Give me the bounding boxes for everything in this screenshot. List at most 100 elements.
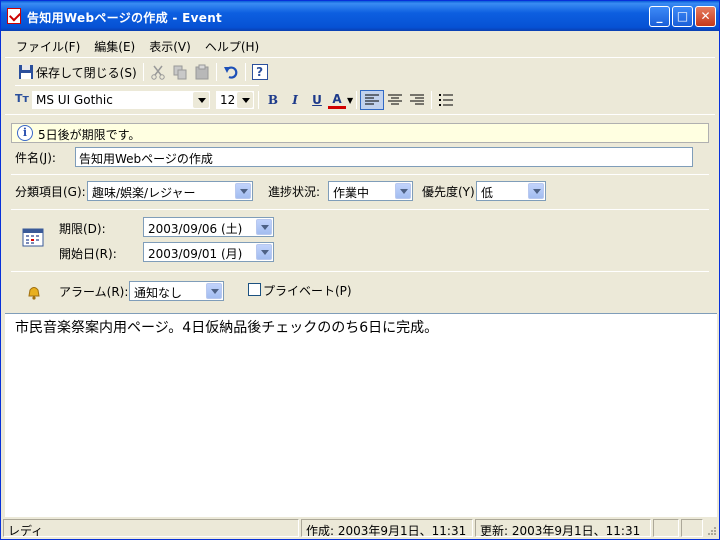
subject-input[interactable]: 告知用Webページの作成 [75,147,693,167]
align-left-button[interactable] [360,90,385,110]
align-left-icon [364,92,380,108]
menu-bar: ファイル(F) 編集(E) 表示(V) ヘルプ(H) [9,35,266,55]
paste-button[interactable] [191,61,213,83]
chevron-down-icon [256,244,272,260]
due-date-value: 2003/09/06 (土) [148,222,243,236]
status-ready: レディ [3,519,299,537]
progress-label: 進捗状況: [268,185,321,199]
alarm-select[interactable]: 通知なし [129,281,224,301]
info-bar: i 5日後が期限です。 [11,123,709,143]
cut-button[interactable] [147,61,169,83]
alarm-value: 通知なし [134,286,183,300]
formatting-toolbar: Tт MS UI Gothic 12 B I U A ▼ [15,88,457,112]
window-title: 告知用Webページの作成 - Event [27,11,223,25]
category-select[interactable]: 趣味/娯楽/レジャー [87,181,253,201]
due-label: 期限(D): [59,222,106,236]
start-label: 開始日(R): [59,247,117,261]
clipboard-icon [194,64,210,80]
alarm-label: アラーム(R): [59,285,129,299]
info-icon: i [17,125,33,141]
bold-button[interactable]: B [262,89,284,111]
minimize-button[interactable]: _ [649,6,670,27]
status-pane [653,519,679,537]
help-icon: ? [251,64,268,80]
undo-icon [223,64,239,80]
progress-select[interactable]: 作業中 [328,181,413,201]
divider [11,209,709,210]
floppy-icon [18,64,34,80]
notes-text: 市民音楽祭案内用ページ。4日仮納品後チェックののち6日に完成。 [15,320,439,336]
chevron-down-icon [256,219,272,235]
toolbar-separator [431,91,433,109]
divider [11,271,709,272]
subject-label: 件名(J): [15,151,56,165]
menu-edit[interactable]: 編集(E) [87,35,142,55]
font-size-value: 12 [220,93,236,107]
font-icon: Tт [15,92,29,105]
status-pane [681,519,703,537]
start-date-select[interactable]: 2003/09/01 (月) [143,242,274,262]
chevron-down-icon [395,183,411,199]
copy-button[interactable] [169,61,191,83]
chevron-down-icon [237,92,253,108]
priority-label: 優先度(Y): [422,185,479,199]
resize-grip[interactable] [705,519,717,537]
align-center-icon [387,92,403,108]
align-right-icon [409,92,425,108]
standard-toolbar: 保存して閉じる(S) ? [15,60,271,84]
align-center-button[interactable] [384,89,406,111]
notes-editor[interactable]: 市民音楽祭案内用ページ。4日仮納品後チェックののち6日に完成。 [5,313,717,517]
title-bar[interactable]: 告知用Webページの作成 - Event _ □ ✕ [1,1,719,31]
progress-value: 作業中 [333,186,370,200]
align-right-button[interactable] [406,89,428,111]
category-label: 分類項目(G): [15,185,86,199]
private-checkbox[interactable] [248,283,261,296]
divider [5,114,715,115]
divider [5,57,715,58]
font-name-select[interactable]: MS UI Gothic [31,90,211,110]
bullets-button[interactable] [435,89,457,111]
font-color-button[interactable]: A [328,91,346,109]
due-date-select[interactable]: 2003/09/06 (土) [143,217,274,237]
status-created: 作成: 2003年9月1日、11:31 [301,519,473,537]
italic-button[interactable]: I [284,89,306,111]
toolbar-separator [244,63,246,81]
undo-button[interactable] [220,61,242,83]
chevron-down-icon [193,92,209,108]
font-name-value: MS UI Gothic [36,93,113,107]
category-value: 趣味/娯楽/レジャー [92,186,196,200]
font-size-select[interactable]: 12 [215,90,255,110]
underline-button[interactable]: U [306,89,328,111]
save-close-label: 保存して閉じる(S) [36,65,137,80]
start-date-value: 2003/09/01 (月) [148,247,243,261]
bullet-list-icon [438,92,454,108]
chevron-down-icon [235,183,251,199]
toolbar-separator [215,63,217,81]
chevron-down-icon [528,183,544,199]
scissors-icon [150,64,166,80]
save-close-button[interactable]: 保存して閉じる(S) [15,61,140,83]
app-window: 告知用Webページの作成 - Event _ □ ✕ ファイル(F) 編集(E)… [0,0,720,540]
divider [11,174,709,175]
info-text: 5日後が期限です。 [38,128,141,142]
task-icon [7,8,21,24]
chevron-down-icon: ▼ [347,95,354,105]
private-label[interactable]: プライベート(P) [263,282,352,299]
divider [15,85,259,86]
menu-file[interactable]: ファイル(F) [9,35,87,55]
priority-select[interactable]: 低 [476,181,546,201]
menu-view[interactable]: 表示(V) [142,35,198,55]
status-bar: レディ 作成: 2003年9月1日、11:31 更新: 2003年9月1日、11… [3,519,719,539]
copy-icon [172,64,188,80]
bell-icon [26,284,42,300]
status-updated: 更新: 2003年9月1日、11:31 [475,519,651,537]
priority-value: 低 [481,186,494,200]
close-button[interactable]: ✕ [695,6,716,27]
maximize-button[interactable]: □ [672,6,693,27]
help-button[interactable]: ? [249,61,271,83]
toolbar-separator [356,91,358,109]
chevron-down-icon [206,283,222,299]
menu-help[interactable]: ヘルプ(H) [198,35,266,55]
calendar-icon [22,227,44,247]
toolbar-separator [142,63,144,81]
